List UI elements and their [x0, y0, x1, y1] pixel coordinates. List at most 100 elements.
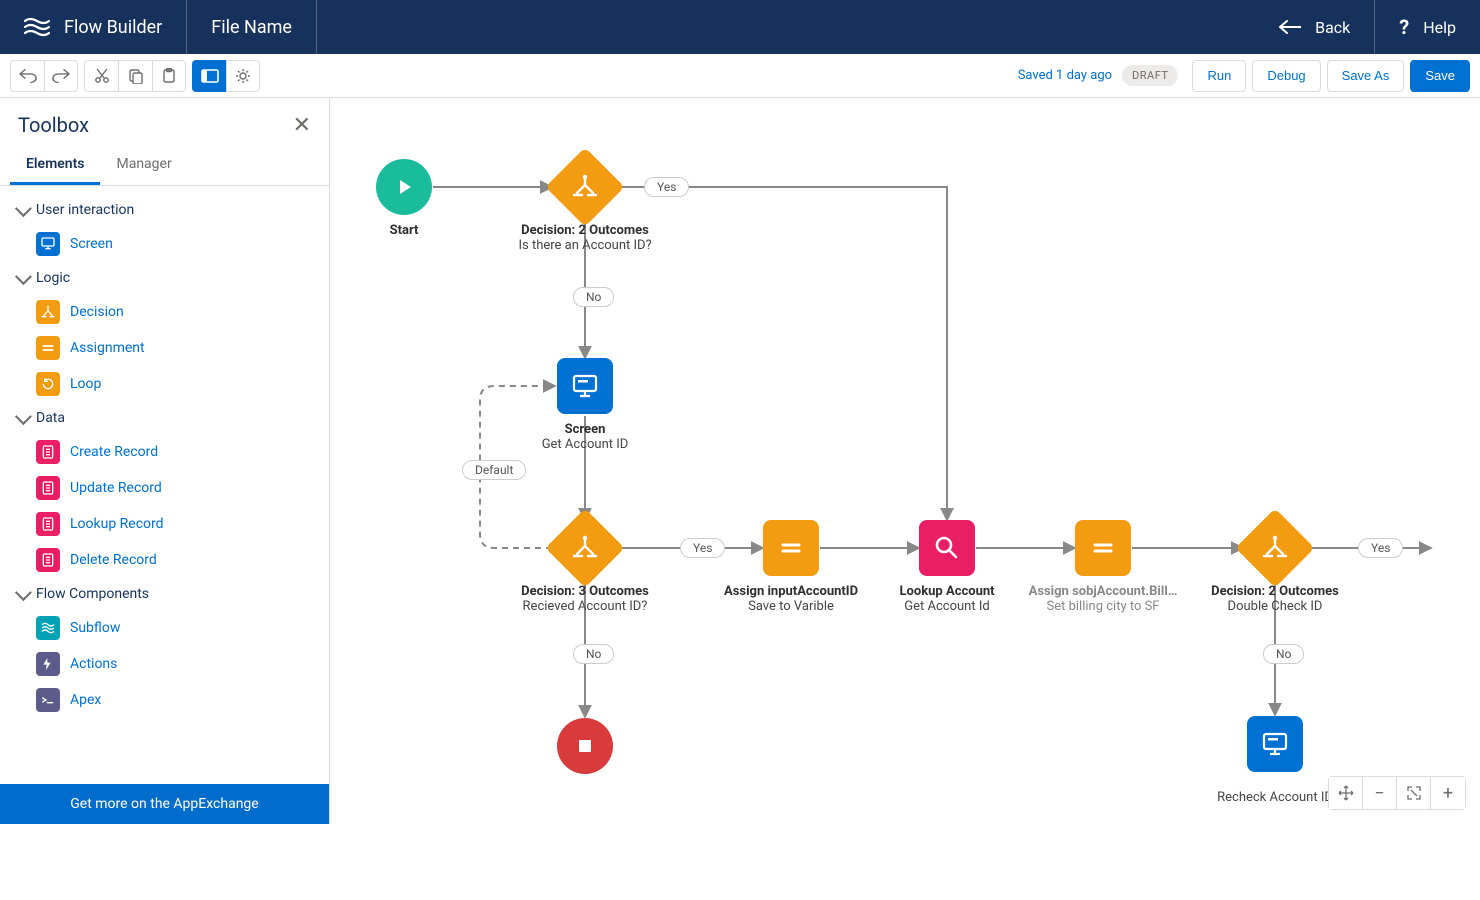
node-screen-1[interactable]: Screen Get Account ID	[542, 358, 629, 452]
copy-button[interactable]	[118, 60, 152, 92]
toolbox-item-label: Create Record	[70, 444, 158, 460]
flow-logo-icon	[24, 16, 50, 38]
toolbox-group[interactable]: User interaction	[10, 194, 319, 226]
save-button[interactable]: Save	[1410, 60, 1470, 92]
record-icon	[36, 548, 60, 572]
toolbox-item-label: Decision	[70, 304, 124, 320]
paste-icon	[161, 68, 177, 84]
edge-label-no: No	[573, 644, 614, 664]
record-icon	[36, 440, 60, 464]
toolbox-item-label: Screen	[70, 236, 113, 252]
edge-label-default: Default	[462, 460, 526, 480]
help-button[interactable]: ? Help	[1375, 0, 1480, 54]
zoom-in-button[interactable]: +	[1431, 777, 1465, 809]
toolbox-item[interactable]: Actions	[10, 646, 319, 682]
redo-icon	[52, 68, 70, 84]
tab-manager[interactable]: Manager	[100, 144, 187, 185]
decision-icon	[571, 534, 599, 562]
toolbox-item[interactable]: Screen	[10, 226, 319, 262]
minus-icon: −	[1374, 783, 1384, 804]
toolbox-item[interactable]: Loop	[10, 366, 319, 402]
edge-label-no: No	[1263, 644, 1304, 664]
app-brand: Flow Builder	[0, 0, 187, 54]
toolbox-group[interactable]: Data	[10, 402, 319, 434]
zoom-out-button[interactable]: −	[1363, 777, 1397, 809]
search-icon	[932, 533, 962, 563]
subflow-icon	[36, 616, 60, 640]
record-icon	[36, 512, 60, 536]
decision-icon	[1261, 534, 1289, 562]
fit-button[interactable]	[1397, 777, 1431, 809]
toolbox-item[interactable]: Subflow	[10, 610, 319, 646]
toolbox-group[interactable]: Logic	[10, 262, 319, 294]
action-icon	[36, 652, 60, 676]
node-decision-1[interactable]: Decision: 2 Outcomes Is there an Account…	[519, 159, 652, 253]
panel-icon	[201, 69, 219, 83]
help-icon: ?	[1399, 15, 1409, 39]
toolbox-group[interactable]: Flow Components	[10, 578, 319, 610]
undo-button[interactable]	[10, 60, 44, 92]
node-screen-2[interactable]: Recheck Account ID	[1217, 716, 1333, 805]
copy-icon	[128, 68, 144, 84]
node-assign-1[interactable]: Assign inputAccountID Save to Varible	[724, 520, 858, 614]
edge-label-yes: Yes	[680, 538, 725, 558]
play-icon	[393, 176, 415, 198]
decision-icon	[571, 173, 599, 201]
toolbox-item[interactable]: Create Record	[10, 434, 319, 470]
saved-status: Saved 1 day ago	[1018, 68, 1112, 83]
toolbox-item-label: Lookup Record	[70, 516, 164, 532]
close-toolbox-button[interactable]: ✕	[293, 112, 311, 138]
close-icon: ✕	[293, 112, 311, 137]
run-button[interactable]: Run	[1192, 60, 1246, 92]
file-name: File Name	[187, 0, 317, 54]
loop-icon	[36, 372, 60, 396]
toolbox-item[interactable]: Update Record	[10, 470, 319, 506]
node-assign-2[interactable]: Assign sobjAccount.Bill… Set billing cit…	[1029, 520, 1178, 614]
assign-icon	[778, 535, 804, 561]
stop-icon	[575, 736, 595, 756]
app-exchange-link[interactable]: Get more on the AppExchange	[0, 784, 329, 824]
flow-canvas[interactable]: Start Decision: 2 Outcomes Is there an A…	[330, 98, 1480, 824]
node-stop[interactable]	[557, 718, 613, 774]
properties-button[interactable]	[226, 60, 260, 92]
toolbox-item-label: Actions	[70, 656, 117, 672]
pan-button[interactable]	[1329, 777, 1363, 809]
back-button[interactable]: Back	[1255, 0, 1375, 54]
cut-icon	[94, 68, 110, 84]
debug-button[interactable]: Debug	[1252, 60, 1320, 92]
edge-label-no: No	[573, 287, 614, 307]
back-arrow-icon	[1279, 20, 1301, 34]
save-as-button[interactable]: Save As	[1327, 60, 1405, 92]
toolbox-item[interactable]: Decision	[10, 294, 319, 330]
toolbox-item[interactable]: Apex	[10, 682, 319, 718]
toolbox-item[interactable]: Assignment	[10, 330, 319, 366]
paste-button[interactable]	[152, 60, 186, 92]
record-icon	[36, 476, 60, 500]
toolbox-item-label: Assignment	[70, 340, 145, 356]
toolbox-item-label: Delete Record	[70, 552, 157, 568]
tab-elements[interactable]: Elements	[10, 144, 100, 185]
gear-icon	[235, 68, 251, 84]
toolbox-item-label: Apex	[70, 692, 101, 708]
node-lookup[interactable]: Lookup Account Get Account Id	[900, 520, 995, 614]
toolbox-item-label: Loop	[70, 376, 101, 392]
zoom-controls: − +	[1328, 776, 1466, 810]
edge-label-yes: Yes	[1358, 538, 1403, 558]
decision-icon	[36, 300, 60, 324]
undo-icon	[19, 68, 37, 84]
toolbox-title: Toolbox	[18, 113, 89, 137]
toolbox-item[interactable]: Lookup Record	[10, 506, 319, 542]
cut-button[interactable]	[84, 60, 118, 92]
fit-icon	[1407, 786, 1421, 800]
node-start[interactable]: Start	[376, 159, 432, 238]
move-icon	[1338, 785, 1354, 801]
toolbox-item-label: Subflow	[70, 620, 120, 636]
node-decision-2[interactable]: Decision: 3 Outcomes Recieved Account ID…	[521, 520, 649, 614]
screen-icon	[36, 232, 60, 256]
redo-button[interactable]	[44, 60, 78, 92]
assign-icon	[1090, 535, 1116, 561]
node-decision-3[interactable]: Decision: 2 Outcomes Double Check ID	[1211, 520, 1339, 614]
toolbox-item[interactable]: Delete Record	[10, 542, 319, 578]
toggle-toolbox-button[interactable]	[192, 60, 226, 92]
toolbox-item-label: Update Record	[70, 480, 162, 496]
